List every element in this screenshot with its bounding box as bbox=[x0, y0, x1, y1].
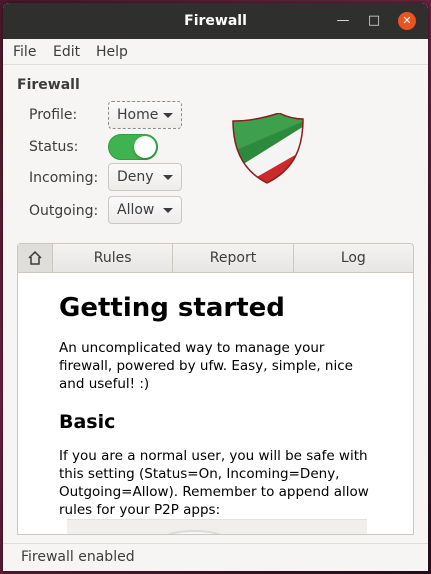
menu-edit[interactable]: Edit bbox=[53, 44, 80, 60]
firewall-window: Firewall — □ ✕ File Edit Help Firewall P… bbox=[3, 3, 428, 571]
help-document: Getting started An uncomplicated way to … bbox=[59, 293, 379, 519]
tab-rules[interactable]: Rules bbox=[52, 244, 172, 272]
profile-label: Profile: bbox=[29, 107, 78, 123]
home-content-pane[interactable]: Getting started An uncomplicated way to … bbox=[17, 273, 414, 535]
basic-heading: Basic bbox=[59, 411, 116, 433]
close-button[interactable]: ✕ bbox=[398, 12, 416, 30]
tab-report[interactable]: Report bbox=[172, 244, 292, 272]
tab-log[interactable]: Log bbox=[292, 244, 413, 272]
home-icon bbox=[28, 250, 42, 265]
minimize-button[interactable]: — bbox=[334, 12, 352, 30]
maximize-button[interactable]: □ bbox=[365, 12, 383, 30]
profile-dropdown[interactable]: Home bbox=[108, 101, 182, 129]
tab-bar: Rules Report Log bbox=[17, 243, 414, 273]
page-heading: Getting started bbox=[59, 293, 285, 323]
chevron-down-icon bbox=[163, 175, 173, 180]
menu-help[interactable]: Help bbox=[96, 44, 128, 60]
basic-text: If you are a normal user, you will be sa… bbox=[59, 448, 369, 518]
intro-text: An uncomplicated way to manage your fire… bbox=[59, 340, 353, 392]
status-bar: Firewall enabled bbox=[3, 543, 428, 571]
menu-bar: File Edit Help bbox=[3, 39, 428, 65]
example-toggle-image bbox=[159, 530, 229, 534]
chevron-down-icon bbox=[163, 113, 173, 118]
title-bar[interactable]: Firewall — □ ✕ bbox=[3, 3, 428, 39]
firewall-shield-icon bbox=[232, 113, 304, 184]
incoming-value: Deny bbox=[117, 169, 154, 185]
chevron-down-icon bbox=[163, 208, 173, 213]
outgoing-dropdown[interactable]: Allow bbox=[108, 196, 182, 224]
section-title: Firewall bbox=[17, 77, 80, 93]
outgoing-value: Allow bbox=[117, 202, 155, 218]
toggle-knob bbox=[134, 136, 156, 158]
menu-file[interactable]: File bbox=[13, 44, 36, 60]
tab-home[interactable] bbox=[18, 244, 52, 272]
status-toggle[interactable] bbox=[108, 134, 158, 160]
example-screenshot-image bbox=[67, 519, 367, 534]
incoming-label: Incoming: bbox=[29, 170, 99, 186]
profile-value: Home bbox=[117, 107, 159, 123]
status-label: Status: bbox=[29, 139, 79, 155]
incoming-dropdown[interactable]: Deny bbox=[108, 163, 182, 191]
outgoing-label: Outgoing: bbox=[29, 203, 99, 219]
